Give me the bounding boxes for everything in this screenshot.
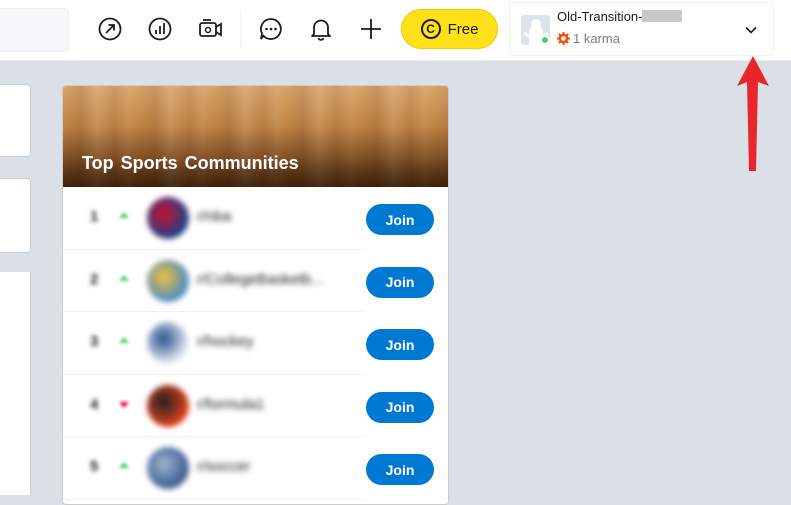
header-divider bbox=[240, 10, 241, 48]
community-icon bbox=[147, 384, 189, 427]
community-icon bbox=[147, 197, 189, 239]
left-column-card bbox=[0, 272, 31, 495]
join-button[interactable]: Join bbox=[366, 204, 434, 235]
community-name[interactable]: r/hockey bbox=[197, 333, 254, 350]
table-row[interactable]: 3 r/hockey Join bbox=[63, 312, 448, 375]
join-button[interactable]: Join bbox=[366, 329, 434, 360]
notification-bell-icon[interactable] bbox=[306, 12, 336, 46]
community-icon bbox=[147, 447, 189, 489]
left-column-card bbox=[0, 178, 31, 253]
row-divider bbox=[63, 498, 364, 500]
username: Old-Transition- bbox=[557, 9, 643, 24]
coin-icon: C bbox=[420, 19, 441, 39]
search-bar[interactable] bbox=[0, 8, 69, 52]
table-row[interactable]: 1 r/nba Join bbox=[63, 187, 448, 250]
chevron-down-icon bbox=[745, 26, 757, 34]
community-rank: 2 bbox=[90, 270, 99, 288]
trend-arrow-icon bbox=[119, 212, 129, 218]
community-rank: 5 bbox=[90, 458, 99, 475]
trend-arrow-icon bbox=[119, 274, 129, 281]
coins-video-icon[interactable] bbox=[195, 12, 225, 46]
community-name[interactable]: r/formula1 bbox=[197, 396, 265, 413]
trend-arrow-icon bbox=[119, 401, 129, 408]
user-dropdown[interactable]: Old-Transition- 1 karma bbox=[509, 2, 774, 56]
karma-icon bbox=[557, 32, 570, 45]
get-premium-button[interactable]: C Free bbox=[401, 9, 498, 49]
karma-count: 1 karma bbox=[573, 31, 620, 46]
table-row[interactable]: 4 r/formula1 Join bbox=[63, 375, 448, 437]
community-rank: 1 bbox=[90, 208, 99, 225]
karma-row: 1 karma bbox=[557, 31, 620, 46]
widget-banner: Top Sports Communities bbox=[63, 86, 448, 187]
trend-arrow-icon bbox=[119, 462, 129, 468]
stats-icon[interactable] bbox=[145, 12, 175, 46]
top-sports-communities-widget: Top Sports Communities 1 r/nba Join 2 r/Coll… bbox=[62, 85, 449, 505]
join-button[interactable]: Join bbox=[366, 266, 434, 298]
community-name[interactable]: r/soccer bbox=[197, 458, 250, 475]
widget-title: Top Sports Communities bbox=[82, 153, 299, 173]
top-navigation-bar: C Free Old-Transition- 1 karma bbox=[0, 0, 791, 61]
community-rank: 3 bbox=[90, 333, 99, 350]
username-line: Old-Transition- bbox=[557, 9, 683, 24]
table-row[interactable]: 2 r/CollegeBasketb... Join bbox=[63, 250, 448, 312]
online-status-dot bbox=[540, 35, 550, 45]
chat-icon[interactable] bbox=[256, 12, 286, 46]
community-icon bbox=[147, 322, 189, 364]
redacted-block bbox=[642, 10, 683, 22]
join-button[interactable]: Join bbox=[366, 454, 434, 485]
left-column-card bbox=[0, 84, 31, 157]
community-rank: 4 bbox=[90, 395, 99, 413]
premium-button-label: Free bbox=[447, 20, 479, 38]
community-name[interactable]: r/CollegeBasketb... bbox=[197, 271, 324, 288]
popular-icon[interactable] bbox=[95, 12, 125, 46]
create-post-icon[interactable] bbox=[356, 12, 386, 46]
table-row[interactable]: 5 r/soccer Join bbox=[63, 437, 448, 500]
join-button[interactable]: Join bbox=[366, 391, 434, 423]
community-icon bbox=[147, 259, 189, 302]
red-arrow-annotation bbox=[737, 56, 769, 171]
community-name[interactable]: r/nba bbox=[197, 208, 231, 225]
trend-arrow-icon bbox=[119, 337, 129, 343]
